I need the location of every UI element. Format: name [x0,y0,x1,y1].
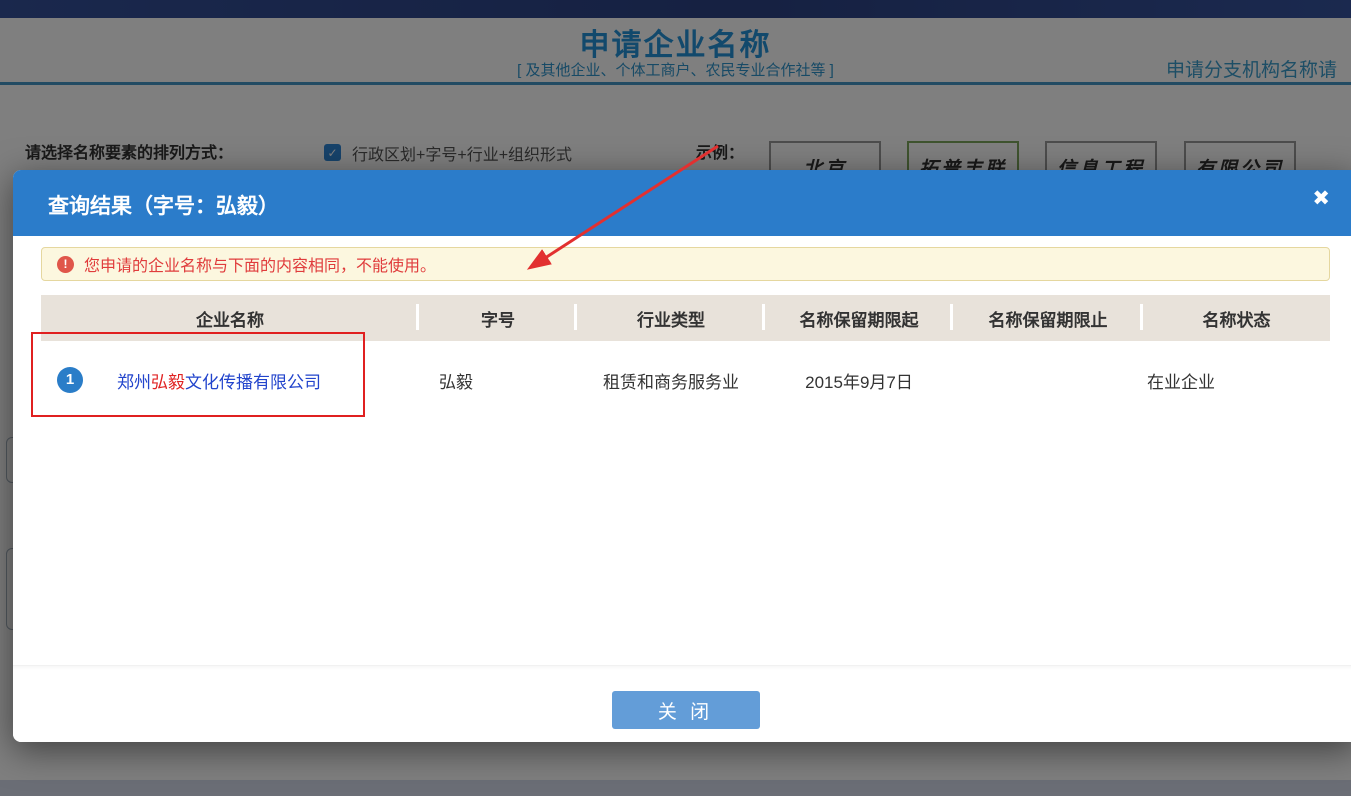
query-result-modal: 查询结果（字号：弘毅） ✖ ! 您申请的企业名称与下面的内容相同，不能使用。 企… [13,170,1351,742]
column-header-reserve-start: 名称保留期限起 [765,306,953,331]
alert-icon: ! [57,256,74,273]
modal-header: 查询结果（字号：弘毅） ✖ [13,170,1351,236]
reserve-start-cell: 2015年9月7日 [765,368,953,393]
company-name-link[interactable]: 郑州弘毅文化传播有限公司 [117,368,321,393]
table-header: 企业名称 字号 行业类型 名称保留期限起 名称保留期限止 名称状态 [41,295,1330,341]
row-index-badge: 1 [57,367,83,393]
column-header-status: 名称状态 [1143,306,1330,331]
table-row: 1 郑州弘毅文化传播有限公司 弘毅 租赁和商务服务业 2015年9月7日 在业企… [41,341,1330,419]
company-name-prefix: 郑州 [117,373,151,392]
status-cell: 在业企业 [1143,368,1330,393]
column-header-industry: 行业类型 [577,306,765,331]
column-header-zihao: 字号 [419,306,577,331]
page: 申请企业名称 [ 及其他企业、个体工商户、农民专业合作社等 ] 申请分支机构名称… [0,0,1351,796]
company-name-suffix: 文化传播有限公司 [185,373,321,392]
company-cell: 1 郑州弘毅文化传播有限公司 [41,367,419,393]
company-name-highlight: 弘毅 [151,373,185,392]
column-header-company: 企业名称 [41,306,419,331]
modal-footer: 关 闭 [13,665,1351,742]
warning-text: 您申请的企业名称与下面的内容相同，不能使用。 [84,252,436,276]
modal-title: 查询结果（字号：弘毅） [48,190,279,220]
column-header-reserve-end: 名称保留期限止 [953,306,1143,331]
modal-body: ! 您申请的企业名称与下面的内容相同，不能使用。 企业名称 字号 行业类型 名称… [13,236,1351,419]
warning-banner: ! 您申请的企业名称与下面的内容相同，不能使用。 [41,247,1330,281]
close-button[interactable]: 关 闭 [612,691,760,729]
zihao-cell: 弘毅 [419,368,577,393]
industry-cell: 租赁和商务服务业 [577,368,765,393]
close-icon[interactable]: ✖ [1312,188,1330,209]
